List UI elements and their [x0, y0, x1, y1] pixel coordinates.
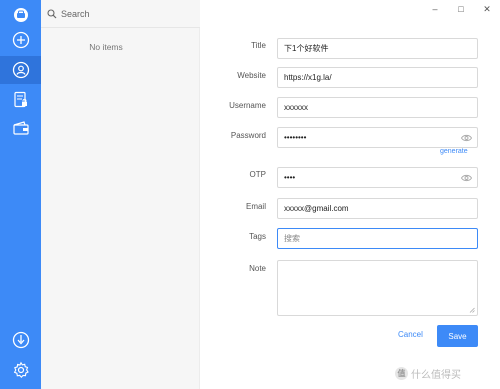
save-button[interactable]: Save — [437, 325, 478, 347]
username-label: Username — [229, 101, 266, 110]
eye-icon[interactable] — [461, 174, 472, 182]
password-label: Password — [230, 131, 266, 140]
note-textarea[interactable] — [277, 260, 478, 316]
cancel-button[interactable]: Cancel — [398, 330, 423, 339]
email-value: xxxxx@gmail.com — [284, 204, 349, 213]
minimize-button[interactable]: – — [428, 2, 442, 16]
website-label: Website — [237, 71, 266, 80]
add-item-button[interactable] — [0, 26, 41, 54]
username-value: xxxxxx — [284, 103, 308, 112]
maximize-button[interactable]: □ — [454, 2, 468, 16]
email-field[interactable]: xxxxx@gmail.com — [277, 198, 478, 219]
empty-list-message: No items — [89, 42, 123, 52]
sidebar-rail — [0, 0, 41, 389]
tags-field[interactable]: 搜索 — [277, 228, 478, 249]
otp-label: OTP — [249, 170, 266, 179]
otp-value: •••• — [284, 173, 296, 182]
wallet-icon — [12, 121, 29, 135]
wallet-nav-button[interactable] — [0, 114, 41, 142]
sync-button[interactable] — [0, 326, 41, 354]
generate-password-link[interactable]: generate — [440, 148, 468, 155]
search-bar — [41, 0, 200, 28]
secure-notes-nav-button[interactable] — [0, 86, 41, 114]
otp-field[interactable]: •••• — [277, 167, 478, 188]
app-logo-icon — [0, 1, 41, 29]
eye-icon[interactable] — [461, 134, 472, 142]
note-label: Note — [249, 264, 266, 273]
close-button[interactable]: ✕ — [480, 2, 494, 16]
title-field[interactable]: 下1个好软件 — [277, 38, 478, 59]
search-input[interactable] — [61, 7, 171, 21]
resize-grip-icon[interactable] — [469, 307, 475, 313]
title-label: Title — [251, 41, 266, 50]
password-value: •••••••• — [284, 133, 307, 142]
logins-nav-button[interactable] — [0, 56, 41, 84]
sync-icon — [12, 331, 29, 349]
watermark: 值 什么值得买 — [395, 366, 461, 381]
item-list-panel: No items — [41, 0, 200, 389]
account-icon — [12, 61, 29, 79]
tags-label: Tags — [249, 232, 266, 241]
tags-value: 搜索 — [284, 234, 300, 243]
document-lock-icon — [13, 91, 27, 108]
email-label: Email — [245, 202, 266, 211]
search-icon — [47, 9, 57, 19]
watermark-text: 什么值得买 — [411, 370, 461, 381]
add-icon — [12, 31, 29, 49]
title-value: 下1个好软件 — [284, 44, 329, 53]
website-field[interactable]: https://x1g.la/ — [277, 67, 478, 88]
password-field[interactable]: •••••••• — [277, 127, 478, 148]
website-value: https://x1g.la/ — [284, 73, 332, 82]
username-field[interactable]: xxxxxx — [277, 97, 478, 118]
settings-button[interactable] — [0, 356, 41, 384]
watermark-badge: 值 — [395, 367, 408, 380]
settings-icon — [13, 361, 29, 379]
